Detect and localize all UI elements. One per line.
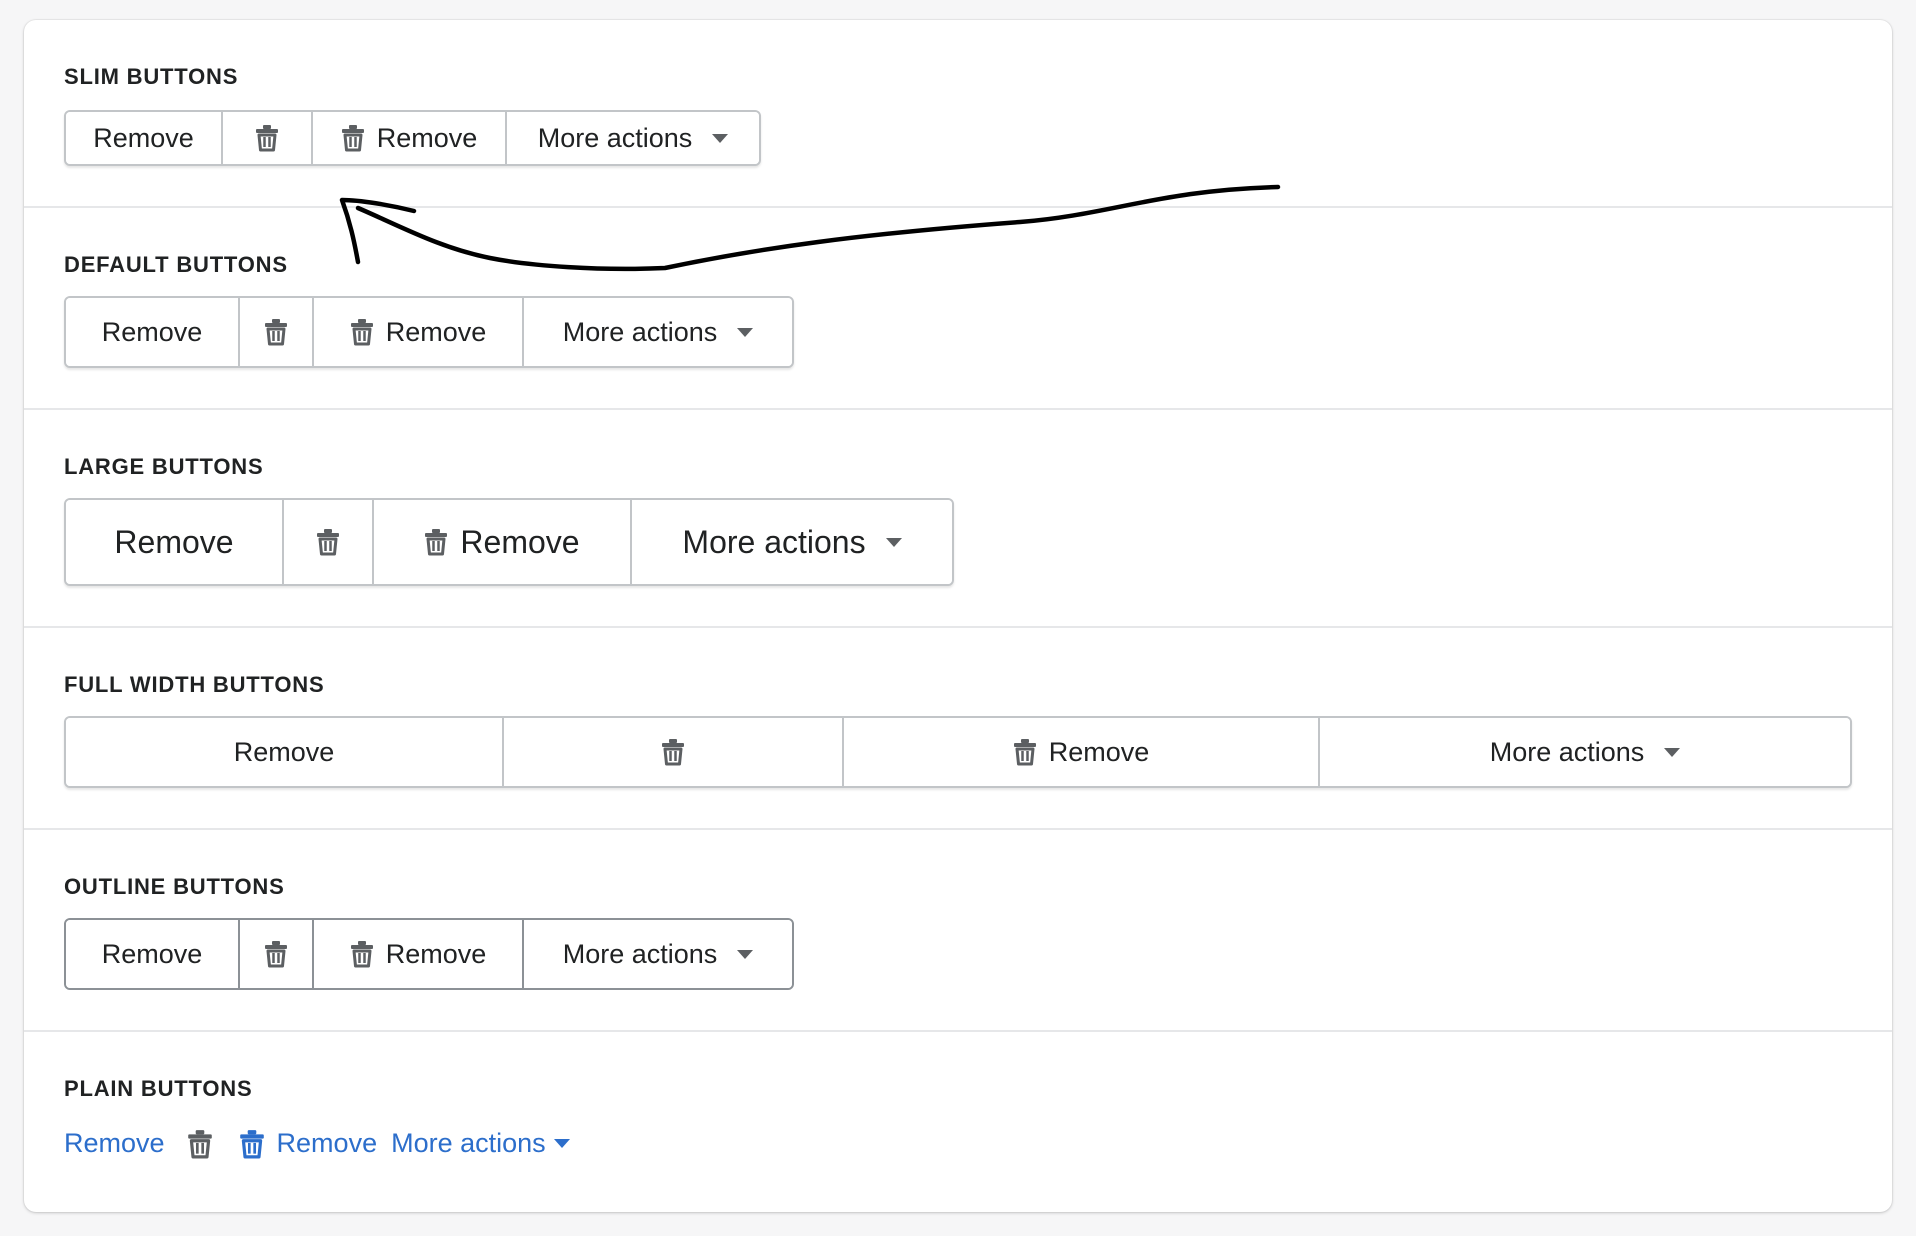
button-label: Remove bbox=[276, 1128, 378, 1158]
section-heading: FULL WIDTH BUTTONS bbox=[64, 672, 325, 697]
caret-down-icon bbox=[737, 949, 754, 959]
button-label: More actions bbox=[537, 122, 693, 153]
delete-icon-button[interactable] bbox=[238, 920, 312, 988]
button-label: Remove bbox=[376, 122, 478, 153]
more-actions-button[interactable]: More actions bbox=[505, 112, 759, 164]
button-label: Remove bbox=[233, 736, 335, 767]
delete-icon-button[interactable] bbox=[221, 112, 311, 164]
section-heading: LARGE BUTTONS bbox=[64, 454, 264, 479]
trash-icon bbox=[239, 1129, 265, 1159]
button-label: More actions bbox=[1489, 736, 1645, 767]
remove-button[interactable]: Remove bbox=[66, 718, 502, 786]
section-plain: PLAIN BUTTONS Remove Remove More actions bbox=[24, 1032, 1892, 1212]
remove-button[interactable]: Remove bbox=[66, 920, 238, 988]
remove-with-icon-button[interactable]: Remove bbox=[239, 1128, 378, 1159]
remove-with-icon-button[interactable]: Remove bbox=[312, 298, 522, 366]
default-button-group: Remove Remove More actions bbox=[64, 296, 794, 368]
remove-with-icon-button[interactable]: Remove bbox=[842, 718, 1318, 786]
delete-icon-button[interactable] bbox=[502, 718, 842, 786]
button-label: Remove bbox=[1048, 736, 1150, 767]
trash-icon bbox=[264, 318, 288, 346]
trash-icon bbox=[350, 940, 374, 968]
remove-with-icon-button[interactable]: Remove bbox=[311, 112, 505, 164]
trash-icon bbox=[661, 738, 685, 766]
button-label: Remove bbox=[64, 1128, 165, 1158]
caret-down-icon bbox=[553, 1139, 570, 1148]
trash-icon bbox=[350, 318, 374, 346]
more-actions-button[interactable]: More actions bbox=[1318, 718, 1850, 786]
button-label: Remove bbox=[460, 523, 580, 560]
trash-icon bbox=[341, 124, 365, 152]
remove-button[interactable]: Remove bbox=[66, 112, 221, 164]
caret-down-icon bbox=[1664, 747, 1681, 757]
section-full-width: FULL WIDTH BUTTONS Remove Remove More ac… bbox=[24, 628, 1892, 830]
remove-button[interactable]: Remove bbox=[64, 1128, 165, 1159]
outline-button-group: Remove Remove More actions bbox=[64, 918, 794, 990]
button-label: More actions bbox=[562, 938, 718, 969]
button-label: More actions bbox=[682, 523, 866, 560]
slim-button-group: Remove Remove More actions bbox=[64, 110, 761, 166]
caret-down-icon bbox=[885, 537, 902, 547]
button-label: More actions bbox=[391, 1128, 546, 1158]
trash-icon bbox=[316, 528, 340, 556]
delete-icon-button[interactable] bbox=[238, 298, 312, 366]
section-heading: PLAIN BUTTONS bbox=[64, 1076, 253, 1101]
trash-icon bbox=[1013, 738, 1037, 766]
trash-icon bbox=[255, 124, 279, 152]
button-examples-card: SLIM BUTTONS Remove Remove More actions … bbox=[24, 20, 1892, 1212]
button-label: Remove bbox=[101, 938, 203, 969]
trash-icon bbox=[187, 1129, 213, 1159]
section-default: DEFAULT BUTTONS Remove Remove More actio… bbox=[24, 208, 1892, 410]
remove-button[interactable]: Remove bbox=[66, 500, 282, 584]
section-outline: OUTLINE BUTTONS Remove Remove More actio… bbox=[24, 830, 1892, 1032]
more-actions-button[interactable]: More actions bbox=[630, 500, 952, 584]
remove-with-icon-button[interactable]: Remove bbox=[372, 500, 630, 584]
section-heading: SLIM BUTTONS bbox=[64, 64, 239, 89]
button-label: Remove bbox=[385, 938, 487, 969]
section-heading: DEFAULT BUTTONS bbox=[64, 252, 288, 277]
delete-icon-button[interactable] bbox=[187, 1129, 213, 1159]
button-label: More actions bbox=[562, 316, 718, 347]
remove-with-icon-button[interactable]: Remove bbox=[312, 920, 522, 988]
button-label: Remove bbox=[101, 316, 203, 347]
button-label: Remove bbox=[385, 316, 487, 347]
trash-icon bbox=[424, 528, 448, 556]
caret-down-icon bbox=[712, 133, 729, 143]
section-slim: SLIM BUTTONS Remove Remove More actions bbox=[24, 20, 1892, 208]
delete-icon-button[interactable] bbox=[282, 500, 372, 584]
plain-button-group: Remove Remove More actions bbox=[64, 1128, 570, 1159]
more-actions-button[interactable]: More actions bbox=[522, 920, 792, 988]
full-width-button-group: Remove Remove More actions bbox=[64, 716, 1852, 788]
more-actions-button[interactable]: More actions bbox=[522, 298, 792, 366]
caret-down-icon bbox=[737, 327, 754, 337]
more-actions-button[interactable]: More actions bbox=[391, 1128, 570, 1159]
section-large: LARGE BUTTONS Remove Remove More actions bbox=[24, 410, 1892, 628]
large-button-group: Remove Remove More actions bbox=[64, 498, 954, 586]
button-label: Remove bbox=[114, 523, 234, 560]
remove-button[interactable]: Remove bbox=[66, 298, 238, 366]
section-heading: OUTLINE BUTTONS bbox=[64, 874, 285, 899]
button-label: Remove bbox=[93, 122, 194, 153]
trash-icon bbox=[264, 940, 288, 968]
